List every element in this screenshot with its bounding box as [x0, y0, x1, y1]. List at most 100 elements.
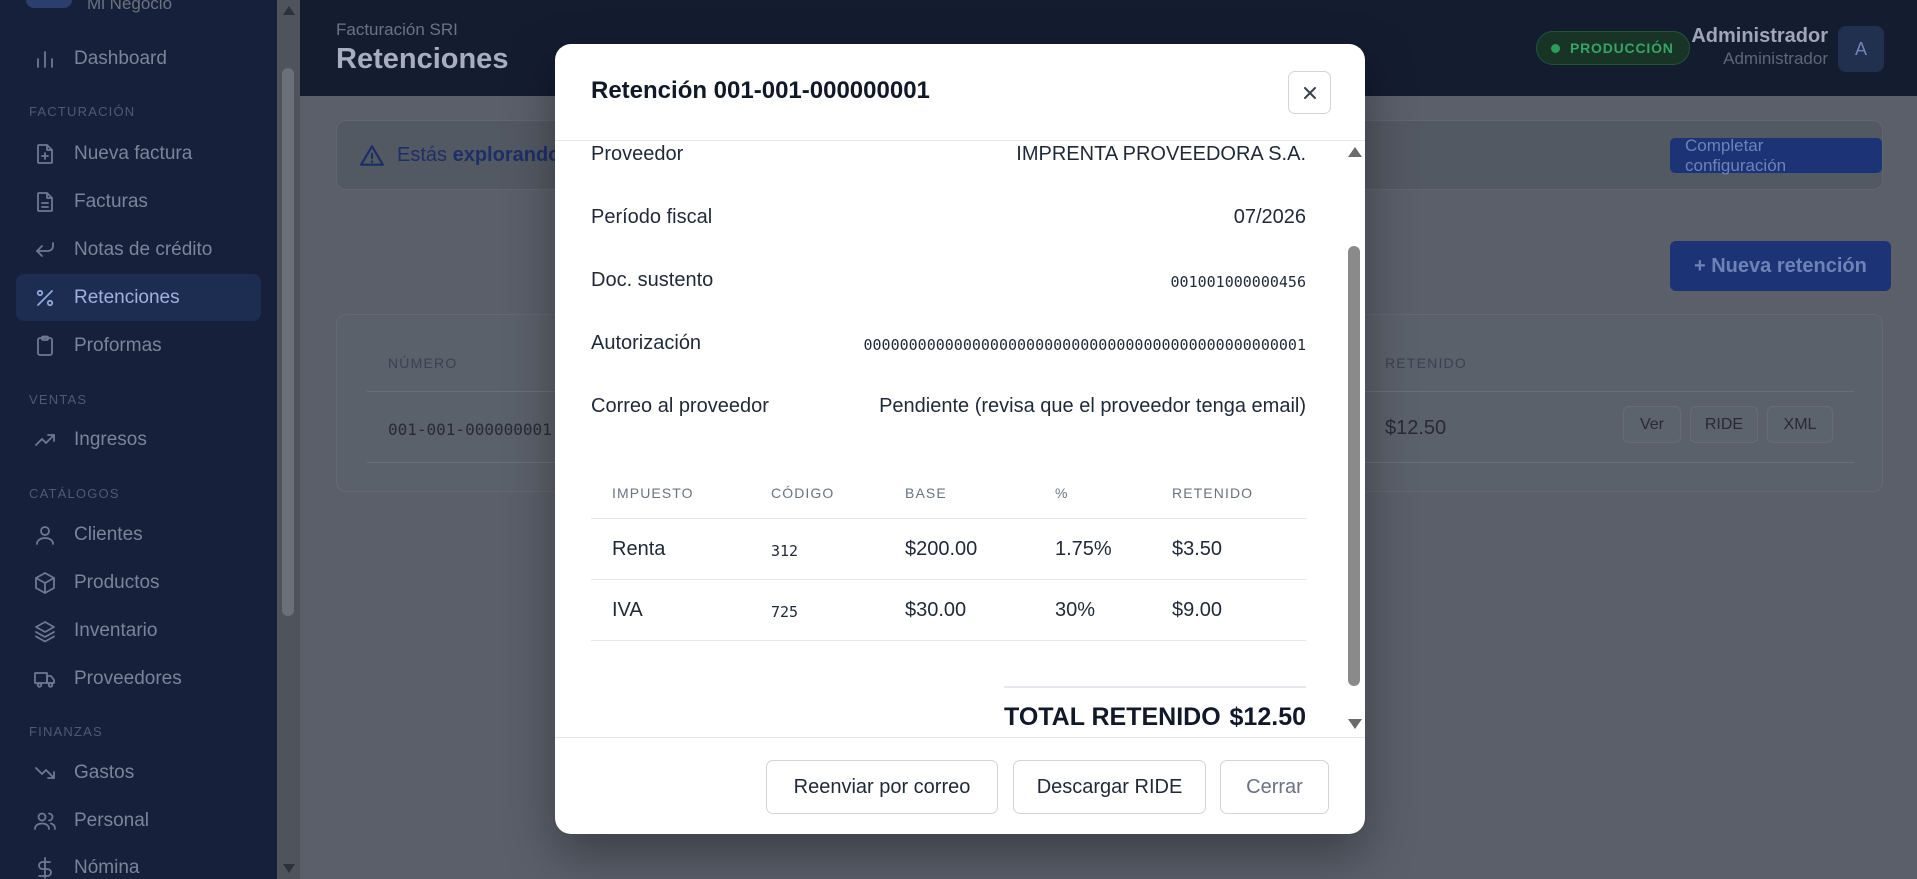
divider — [591, 640, 1306, 641]
modal-header: Retención 001-001-000000001 — [555, 44, 1365, 141]
brand-logo — [26, 0, 72, 8]
sidebar-item-facturas[interactable]: Facturas — [16, 178, 261, 225]
column-header-retenido: RETENIDO — [1172, 485, 1254, 501]
scroll-down-arrow-icon[interactable] — [1348, 719, 1362, 729]
complete-config-button[interactable]: Completar configuración — [1670, 136, 1882, 175]
sidebar-item-label: Nómina — [74, 856, 140, 878]
sidebar-item-label: Nueva factura — [74, 142, 193, 164]
scroll-up-arrow-icon[interactable] — [1348, 147, 1362, 157]
field-value-doc-sustento: 001001000000456 — [1170, 273, 1306, 291]
table-cell-percent: 1.75% — [1055, 538, 1112, 560]
table-cell-retenido: $9.00 — [1172, 599, 1223, 621]
user-role: Administrador — [1723, 49, 1828, 68]
scrollbar-thumb[interactable] — [1348, 246, 1360, 686]
table-cell-retenido: $3.50 — [1172, 538, 1223, 560]
sidebar-item-gastos[interactable]: Gastos — [16, 749, 261, 796]
sidebar-item-productos[interactable]: Productos — [16, 559, 261, 606]
sidebar-section-facturacion: FACTURACIÓN — [29, 104, 136, 119]
modal-body[interactable]: Proveedor IMPRENTA PROVEEDORA S.A. Perío… — [555, 141, 1365, 737]
sidebar-item-clientes[interactable]: Clientes — [16, 511, 261, 558]
sidebar-section-catalogos: CATÁLOGOS — [29, 486, 120, 501]
resend-email-button[interactable]: Reenviar por correo — [766, 760, 998, 814]
field-value-periodo: 07/2026 — [1233, 206, 1306, 228]
view-button[interactable]: Ver — [1623, 406, 1681, 443]
sidebar-item-label: Retenciones — [74, 286, 180, 308]
xml-button[interactable]: XML — [1767, 406, 1833, 443]
scrollbar-thumb[interactable] — [282, 68, 294, 616]
sidebar-item-retenciones[interactable]: Retenciones — [16, 274, 261, 321]
field-label-proveedor: Proveedor — [591, 143, 684, 165]
dollar-icon — [31, 854, 59, 879]
retention-detail-modal: Retención 001-001-000000001 Proveedor IM… — [555, 44, 1365, 834]
divider — [591, 579, 1306, 580]
table-cell-numero: 001-001-000000001 — [388, 420, 552, 439]
sidebar-item-label: Gastos — [74, 761, 135, 783]
sidebar-item-proveedores[interactable]: Proveedores — [16, 655, 261, 702]
sidebar-item-label: Proveedores — [74, 667, 182, 689]
sidebar-item-notas-de-credito[interactable]: Notas de crédito — [16, 226, 261, 273]
page-title: Retenciones — [336, 43, 509, 75]
sidebar-item-label: Inventario — [74, 619, 158, 641]
column-header-retenido: RETENIDO — [1385, 355, 1467, 371]
total-value: $12.50 — [1229, 703, 1306, 731]
user-icon — [31, 521, 59, 549]
sidebar-item-nomina[interactable]: Nómina — [16, 844, 261, 879]
trending-down-icon — [31, 759, 59, 787]
scroll-down-arrow-icon[interactable] — [283, 864, 295, 873]
bar-chart-icon — [31, 45, 59, 73]
box-icon — [31, 569, 59, 597]
users-icon — [31, 807, 59, 835]
scroll-up-arrow-icon[interactable] — [283, 6, 295, 15]
layers-icon — [31, 617, 59, 645]
sidebar-item-ingresos[interactable]: Ingresos — [16, 416, 261, 463]
field-label-autorizacion: Autorización — [591, 332, 702, 354]
percent-icon — [31, 284, 59, 312]
close-icon — [1303, 86, 1316, 99]
sidebar-item-label: Proformas — [74, 334, 162, 356]
alert-text: Estás explorando — [397, 144, 561, 166]
table-cell-percent: 30% — [1055, 599, 1096, 621]
sidebar-item-inventario[interactable]: Inventario — [16, 607, 261, 654]
avatar[interactable]: A — [1838, 26, 1884, 72]
modal-footer: Reenviar por correo Descargar RIDE Cerra… — [555, 737, 1365, 834]
field-label-doc-sustento: Doc. sustento — [591, 269, 714, 291]
download-ride-button[interactable]: Descargar RIDE — [1013, 760, 1206, 814]
column-header-percent: % — [1055, 485, 1069, 501]
clipboard-icon — [31, 332, 59, 360]
table-cell-base: $200.00 — [905, 538, 978, 560]
file-plus-icon — [31, 140, 59, 168]
brand-name: Mi Negocio — [87, 0, 173, 13]
divider — [591, 518, 1306, 519]
modal-title: Retención 001-001-000000001 — [591, 77, 930, 104]
user-name: Administrador — [1691, 25, 1828, 47]
sidebar-item-label: Notas de crédito — [74, 238, 213, 260]
column-header-codigo: CÓDIGO — [771, 485, 835, 501]
field-value-autorizacion: 0000000000000000000000000000000000000000… — [863, 336, 1306, 354]
modal-scrollbar[interactable] — [1343, 141, 1365, 737]
sidebar-item-label: Personal — [74, 809, 149, 831]
truck-icon — [31, 665, 59, 693]
table-cell-impuesto: Renta — [612, 538, 666, 560]
divider — [1004, 686, 1306, 688]
field-value-correo: Pendiente (revisa que el proveedor tenga… — [879, 395, 1306, 417]
close-button[interactable] — [1288, 71, 1331, 114]
sidebar-item-proformas[interactable]: Proformas — [16, 322, 261, 369]
table-cell-codigo: 725 — [771, 603, 799, 621]
table-cell-retenido: $12.50 — [1385, 417, 1447, 439]
column-header-numero: NÚMERO — [388, 355, 458, 371]
sidebar-item-nueva-factura[interactable]: Nueva factura — [16, 130, 261, 177]
table-cell-codigo: 312 — [771, 542, 799, 560]
sidebar-scrollbar[interactable] — [277, 0, 300, 879]
sidebar-item-personal[interactable]: Personal — [16, 797, 261, 844]
sidebar-item-label: Dashboard — [74, 47, 167, 69]
breadcrumb: Facturación SRI — [336, 20, 458, 39]
new-retention-button[interactable]: + Nueva retención — [1670, 241, 1891, 291]
sidebar-item-dashboard[interactable]: Dashboard — [16, 35, 261, 82]
close-modal-button[interactable]: Cerrar — [1220, 760, 1329, 814]
table-cell-impuesto: IVA — [612, 599, 643, 621]
file-text-icon — [31, 188, 59, 216]
ride-button[interactable]: RIDE — [1690, 406, 1758, 443]
environment-label: PRODUCCIÓN — [1570, 40, 1674, 56]
table-cell-base: $30.00 — [905, 599, 967, 621]
field-value-proveedor: IMPRENTA PROVEEDORA S.A. — [1016, 143, 1306, 165]
